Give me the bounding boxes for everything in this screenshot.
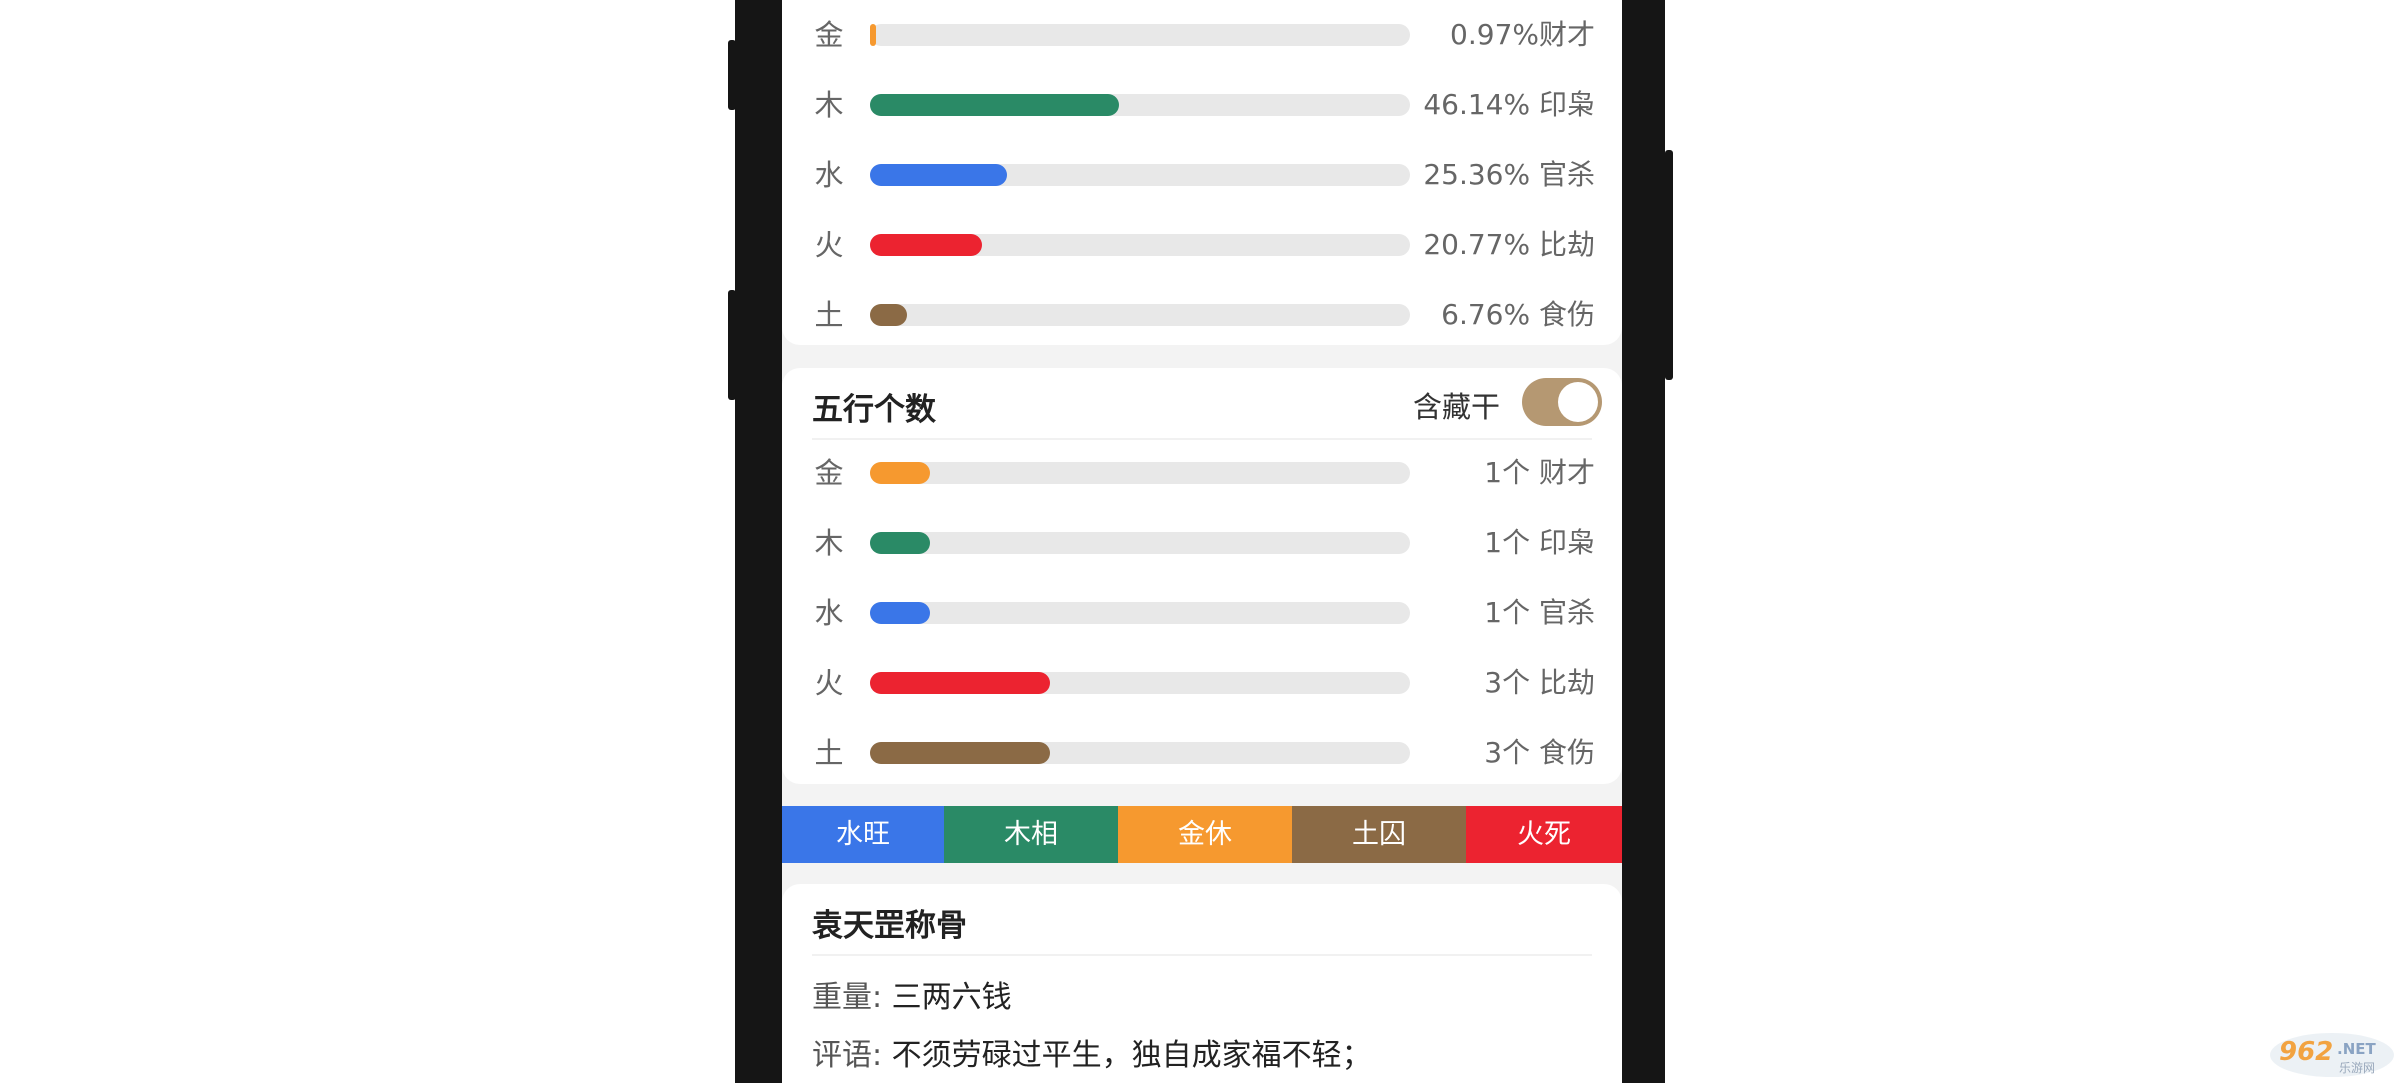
strength-value: 0.97%财才	[1450, 18, 1595, 51]
element-count-card: 五行个数 含藏干 金 1个 财才 木 1个 印枭 水 1个 官杀 火 3个 比劫…	[782, 368, 1622, 784]
svg-text:乐游网: 乐游网	[2339, 1061, 2375, 1075]
strength-bar-fill	[870, 164, 1007, 186]
strength-value: 25.36% 官杀	[1423, 158, 1595, 191]
count-bar-track	[870, 672, 1410, 694]
season-fire: 火死	[1466, 806, 1622, 863]
count-row-metal: 金 1个 财才	[782, 438, 1622, 508]
weight-label: 重量:	[812, 980, 883, 1015]
strength-row-earth: 土 6.76% 食伤	[782, 280, 1622, 350]
count-bar-track	[870, 602, 1410, 624]
count-bar-fill	[870, 602, 930, 624]
phone-side-button	[728, 290, 736, 400]
strength-value: 6.76% 食伤	[1441, 298, 1595, 331]
count-bar-fill	[870, 742, 1050, 764]
element-strength-card: 金 0.97%财才 木 46.14% 印枭 水 25.36% 官杀 火 20.7…	[782, 0, 1622, 345]
strength-bar-fill	[870, 234, 982, 256]
strength-bar-track	[870, 304, 1410, 326]
count-row-fire: 火 3个 比劫	[782, 648, 1622, 718]
count-bar-track	[870, 532, 1410, 554]
count-bar-fill	[870, 532, 930, 554]
count-value: 1个 财才	[1484, 456, 1595, 489]
svg-text:.NET: .NET	[2337, 1040, 2376, 1058]
element-label: 木	[814, 88, 844, 122]
strength-bar-track	[870, 24, 1410, 46]
strength-bar-fill	[870, 94, 1119, 116]
element-label: 木	[814, 526, 844, 560]
element-label: 土	[814, 736, 844, 770]
strength-bar-fill	[870, 304, 907, 326]
count-row-earth: 土 3个 食伤	[782, 718, 1622, 788]
season-metal: 金休	[1118, 806, 1292, 863]
strength-value: 46.14% 印枭	[1423, 88, 1595, 121]
element-label: 金	[814, 456, 844, 490]
phone-side-button	[1665, 150, 1673, 380]
strength-bar-track	[870, 164, 1410, 186]
season-earth: 土囚	[1292, 806, 1466, 863]
count-bar-track	[870, 742, 1410, 764]
toggle-knob	[1558, 382, 1598, 422]
count-value: 3个 食伤	[1484, 736, 1595, 769]
strength-value: 20.77% 比劫	[1423, 228, 1595, 261]
count-value: 1个 官杀	[1484, 596, 1595, 629]
comment-line: 评语: 不须劳碌过平生，独自成家福不轻；	[812, 1030, 1372, 1074]
card-title: 五行个数	[812, 392, 936, 428]
app-screen: 金 0.97%财才 木 46.14% 印枭 水 25.36% 官杀 火 20.7…	[782, 0, 1622, 1083]
count-value: 3个 比劫	[1484, 666, 1595, 699]
element-label: 水	[814, 596, 844, 630]
element-label: 水	[814, 158, 844, 192]
season-wood: 木相	[944, 806, 1118, 863]
strength-bar-fill	[870, 24, 876, 46]
phone-side-button	[728, 40, 736, 110]
hidden-stems-toggle[interactable]	[1522, 378, 1602, 426]
season-state-bar: 水旺 木相 金休 土囚 火死	[782, 806, 1622, 863]
weight-value: 三两六钱	[891, 980, 1012, 1015]
element-label: 土	[814, 298, 844, 332]
count-bar-fill	[870, 462, 930, 484]
season-water: 水旺	[782, 806, 944, 863]
count-bar-fill	[870, 672, 1050, 694]
count-bar-track	[870, 462, 1410, 484]
site-watermark-logo: 962 .NET 乐游网	[2270, 1033, 2394, 1077]
strength-row-water: 水 25.36% 官杀	[782, 140, 1622, 210]
bone-weight-card: 袁天罡称骨 重量: 三两六钱 评语: 不须劳碌过平生，独自成家福不轻；	[782, 884, 1622, 1083]
card-title: 袁天罡称骨	[812, 908, 967, 944]
count-row-wood: 木 1个 印枭	[782, 508, 1622, 578]
strength-row-wood: 木 46.14% 印枭	[782, 70, 1622, 140]
weight-line: 重量: 三两六钱	[812, 972, 1012, 1016]
strength-bar-track	[870, 94, 1410, 116]
strength-bar-track	[870, 234, 1410, 256]
comment-label: 评语:	[812, 1038, 883, 1073]
svg-text:962: 962	[2279, 1037, 2333, 1067]
count-value: 1个 印枭	[1484, 526, 1595, 559]
comment-value: 不须劳碌过平生，独自成家福不轻；	[891, 1038, 1372, 1073]
hidden-stems-label: 含藏干	[1412, 390, 1500, 424]
element-label: 火	[814, 666, 844, 700]
strength-row-fire: 火 20.77% 比劫	[782, 210, 1622, 280]
divider	[812, 954, 1592, 956]
element-label: 火	[814, 228, 844, 262]
element-label: 金	[814, 18, 844, 52]
strength-row-metal: 金 0.97%财才	[782, 0, 1622, 70]
count-row-water: 水 1个 官杀	[782, 578, 1622, 648]
